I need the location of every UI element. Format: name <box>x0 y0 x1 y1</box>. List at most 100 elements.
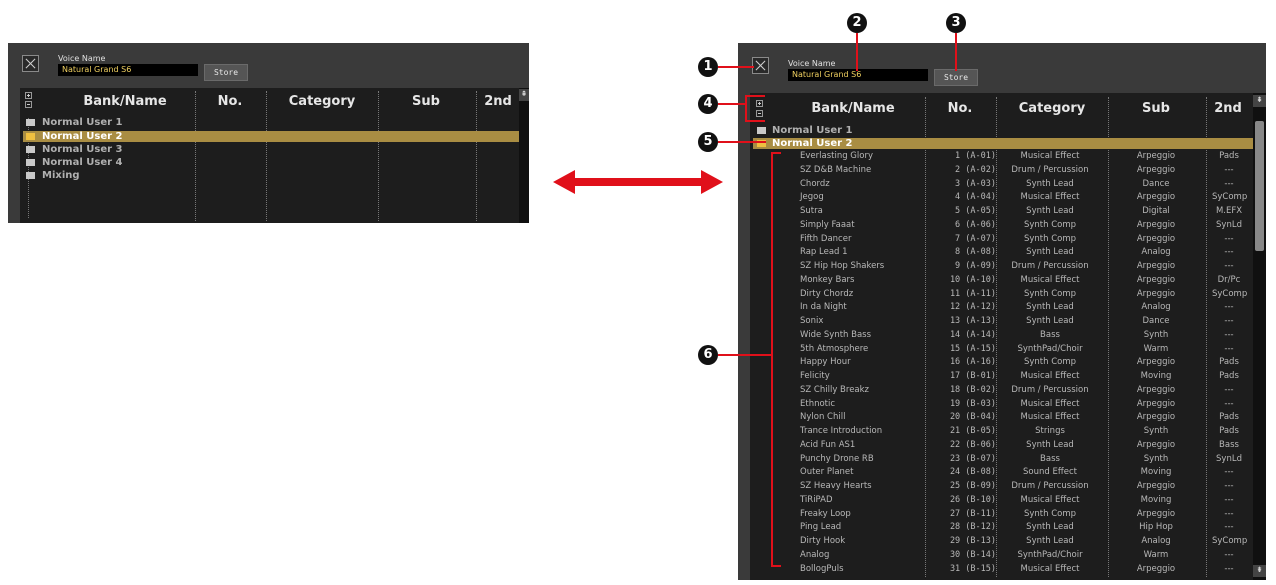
voice-number: 26 (B-10) <box>949 494 996 505</box>
collapse-icon[interactable] <box>756 110 763 117</box>
voice-name: Ethnotic <box>800 398 836 409</box>
scroll-up-icon[interactable]: ⇞ <box>1253 95 1266 107</box>
header-sub[interactable]: Sub <box>380 94 472 109</box>
voice-row[interactable]: Freaky Loop 27 (B-11) Synth Comp Arpeggio --… <box>750 508 1250 522</box>
voice-row[interactable]: SZ Hip Hop Shakers 9 (A-09) Drum / Percuss… <box>750 260 1250 274</box>
voice-row[interactable]: Dirty Chordz 11 (A-11) Synth Comp Arpeggio S… <box>750 288 1250 302</box>
callout-line <box>718 66 754 68</box>
voice-row[interactable]: SZ D&B Machine 2 (A-02) Drum / Percussion A… <box>750 164 1250 178</box>
voice-row[interactable]: Outer Planet 24 (B-08) Sound Effect Moving -… <box>750 466 1250 480</box>
voice-name-field[interactable]: Natural Grand S6 <box>788 69 928 81</box>
scroll-up-icon[interactable]: ⇞ <box>519 89 529 101</box>
voice-row[interactable]: Ping Lead 28 (B-12) Synth Lead Hip Hop --- <box>750 521 1250 535</box>
voice-row[interactable]: Sonix 13 (A-13) Synth Lead Dance --- <box>750 315 1250 329</box>
voice-row[interactable]: Nylon Chill 20 (B-04) Musical Effect Arpegg… <box>750 411 1250 425</box>
column-divider <box>195 91 196 221</box>
folder-icon <box>757 127 766 134</box>
header-2nd[interactable]: 2nd <box>1208 101 1248 116</box>
voice-name: Trance Introduction <box>800 426 883 436</box>
voice-row[interactable]: Happy Hour 16 (A-16) Synth Comp Arpeggio Pad… <box>750 356 1250 370</box>
voice-row[interactable]: SZ Chilly Breakz 18 (B-02) Drum / Percussi… <box>750 384 1250 398</box>
scroll-thumb[interactable] <box>1255 121 1264 251</box>
voice-2nd-category: --- <box>1224 467 1234 478</box>
voice-name: Fifth Dancer <box>800 233 852 244</box>
voice-name: TiRiPAD <box>800 494 833 505</box>
voice-category: Synth Lead <box>1026 178 1074 189</box>
voice-row[interactable]: 5th Atmosphere 15 (A-15) SynthPad/Choir War… <box>750 343 1250 357</box>
voice-sub-category: Synth <box>1143 426 1169 436</box>
header-sub[interactable]: Sub <box>1110 101 1202 116</box>
header-category[interactable]: Category <box>998 101 1106 116</box>
header-no[interactable]: No. <box>198 94 262 109</box>
header-bank-name[interactable]: Bank/Name <box>60 94 190 109</box>
voice-name-field[interactable]: Natural Grand S6 <box>58 64 198 76</box>
voice-number: 4 (A-04) <box>955 192 996 203</box>
folder-row[interactable]: Normal User 1 <box>42 117 122 128</box>
callout-bracket <box>745 95 747 122</box>
voice-2nd-category: Pads <box>1219 412 1239 423</box>
folder-row[interactable]: Mixing <box>42 170 80 181</box>
folder-row-selected[interactable]: Normal User 2 <box>772 138 852 149</box>
voice-sub-category: Moving <box>1140 494 1172 505</box>
voice-number: 7 (A-07) <box>955 233 996 244</box>
folder-row[interactable]: Normal User 3 <box>42 144 122 155</box>
voice-number: 28 (B-12) <box>949 522 996 533</box>
store-button[interactable]: Store <box>204 64 248 81</box>
voice-row[interactable]: Rap Lead 1 8 (A-08) Synth Lead Analog --- <box>750 246 1250 260</box>
voice-row[interactable]: Monkey Bars 10 (A-10) Musical Effect Arpegg… <box>750 274 1250 288</box>
voice-sub-category: Analog <box>1141 247 1171 258</box>
header-bank-name[interactable]: Bank/Name <box>788 101 918 116</box>
scroll-down-icon[interactable]: ⇟ <box>1253 565 1266 577</box>
voice-row[interactable]: Analog 30 (B-14) SynthPad/Choir Warm --- <box>750 549 1250 563</box>
voice-sub-category: Arpeggio <box>1136 481 1176 491</box>
voice-name: Everlasting Glory <box>800 151 873 161</box>
close-icon[interactable] <box>22 55 39 72</box>
voice-category: Drum / Percussion <box>1011 164 1089 175</box>
voice-row[interactable]: Simply Faaat 6 (A-06) Synth Comp Arpeggio Sy… <box>750 219 1250 233</box>
voice-number: 15 (A-15) <box>949 343 996 354</box>
voice-row[interactable]: In da Night 12 (A-12) Synth Lead Analog --- <box>750 301 1250 315</box>
collapse-icon[interactable] <box>25 101 32 108</box>
voice-category: Musical Effect <box>1020 151 1080 161</box>
close-icon[interactable] <box>752 57 769 74</box>
voice-sub-category: Arpeggio <box>1136 192 1176 203</box>
voice-row[interactable]: Felicity 17 (B-01) Musical Effect Moving Pad… <box>750 370 1250 384</box>
header-no[interactable]: No. <box>928 101 992 116</box>
voice-row[interactable]: TiRiPAD 26 (B-10) Musical Effect Moving --- <box>750 494 1250 508</box>
header-2nd[interactable]: 2nd <box>478 94 518 109</box>
folder-row[interactable]: Normal User 4 <box>42 157 122 168</box>
callout-4: 4 <box>698 94 718 114</box>
voice-number: 30 (B-14) <box>949 549 996 560</box>
voice-row[interactable]: Acid Fun AS1 22 (B-06) Synth Lead Arpeggio B… <box>750 439 1250 453</box>
scrollbar[interactable]: ⇞ <box>519 88 529 223</box>
voice-name: Outer Planet <box>800 467 854 478</box>
voice-row[interactable]: Jegog 4 (A-04) Musical Effect Arpeggio SyCom… <box>750 191 1250 205</box>
callout-1: 1 <box>698 57 718 77</box>
header-category[interactable]: Category <box>268 94 376 109</box>
store-button[interactable]: Store <box>934 69 978 86</box>
voice-sub-category: Arpeggio <box>1136 261 1176 271</box>
voice-row[interactable]: Everlasting Glory 1 (A-01) Musical Effect A… <box>750 150 1250 164</box>
expand-icon[interactable] <box>25 92 32 99</box>
voice-2nd-category: --- <box>1224 164 1234 175</box>
voice-row[interactable]: Sutra 5 (A-05) Synth Lead Digital M.EFX <box>750 205 1250 219</box>
voice-row[interactable]: Fifth Dancer 7 (A-07) Synth Comp Arpeggio --… <box>750 233 1250 247</box>
voice-row[interactable]: BollogPuls 31 (B-15) Musical Effect Arpeggi… <box>750 563 1250 577</box>
double-arrow-icon <box>553 170 723 194</box>
callout-bracket <box>745 95 765 97</box>
voice-name: Sutra <box>800 206 823 216</box>
folder-row-selected[interactable]: Normal User 2 <box>42 131 122 142</box>
expand-icon[interactable] <box>756 100 763 107</box>
voice-row[interactable]: Punchy Drone RB 23 (B-07) Bass Synth SynLd <box>750 453 1250 467</box>
scrollbar[interactable]: ⇞ ⇟ <box>1253 93 1266 580</box>
voice-sub-category: Arpeggio <box>1136 164 1176 175</box>
voice-row[interactable]: SZ Heavy Hearts 25 (B-09) Drum / Percussio… <box>750 480 1250 494</box>
voice-2nd-category: --- <box>1224 494 1234 505</box>
voice-row[interactable]: Dirty Hook 29 (B-13) Synth Lead Analog SyCom… <box>750 535 1250 549</box>
voice-row[interactable]: Trance Introduction 21 (B-05) Strings Synth… <box>750 425 1250 439</box>
folder-row[interactable]: Normal User 1 <box>772 125 852 136</box>
voice-2nd-category: --- <box>1224 316 1234 326</box>
voice-row[interactable]: Ethnotic 19 (B-03) Musical Effect Arpeggio -… <box>750 398 1250 412</box>
voice-row[interactable]: Wide Synth Bass 14 (A-14) Bass Synth --- <box>750 329 1250 343</box>
voice-row[interactable]: Chordz 3 (A-03) Synth Lead Dance --- <box>750 178 1250 192</box>
